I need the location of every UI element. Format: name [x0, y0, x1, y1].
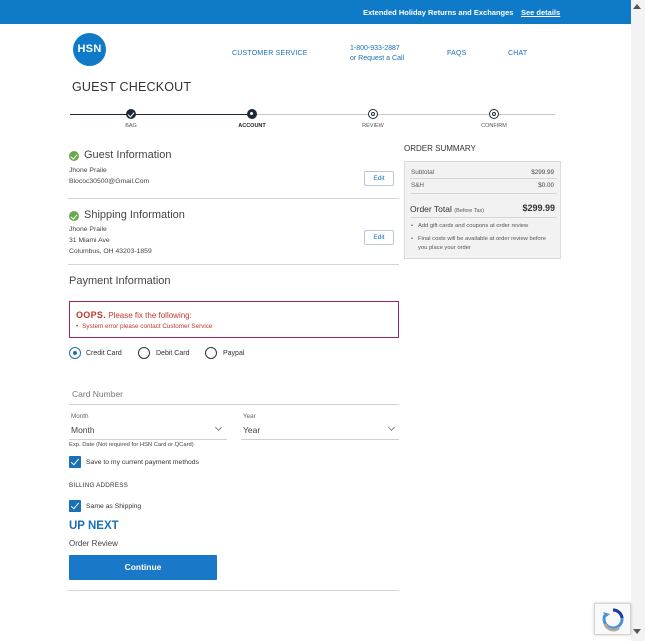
paypal-label[interactable]: Paypal	[223, 350, 244, 357]
sh-value: $0.00	[538, 182, 554, 189]
order-summary-box: Subtotal $299.99 S&H $0.00 Order Total (…	[404, 161, 561, 259]
phone-block: 1-800-933-2887 or Request a Call	[350, 44, 404, 64]
scroll-down-arrow-icon[interactable]	[633, 629, 641, 634]
customer-service-link[interactable]: CUSTOMER SERVICE	[232, 50, 308, 57]
banner-see-details-link[interactable]: See details	[521, 8, 560, 17]
guest-name: Jhone Praile	[69, 167, 107, 174]
year-select[interactable]: Year	[243, 425, 260, 435]
debit-card-label[interactable]: Debit Card	[156, 350, 189, 357]
error-item: System error please contact Customer Ser…	[76, 323, 212, 330]
summary-divider	[410, 217, 557, 218]
divider	[68, 198, 399, 199]
divider	[68, 264, 399, 265]
banner-text: Extended Holiday Returns and Exchanges	[363, 8, 514, 17]
continue-button[interactable]: Continue	[69, 555, 217, 580]
step-review-dot-icon	[368, 109, 378, 119]
month-label: Month	[71, 413, 89, 420]
shipping-info-check-icon	[69, 211, 79, 221]
scrollbar[interactable]	[631, 0, 645, 641]
paypal-radio[interactable]	[205, 347, 217, 359]
step-label-account: ACCOUNT	[238, 123, 266, 129]
same-as-shipping-checkbox[interactable]	[69, 500, 81, 512]
recaptcha-icon	[602, 608, 624, 632]
chat-link[interactable]: CHAT	[508, 50, 527, 57]
divider	[68, 590, 399, 591]
year-chevron-down-icon[interactable]	[387, 423, 396, 432]
save-payment-label[interactable]: Save to my current payment methods	[86, 459, 199, 466]
step-label-review: REVIEW	[362, 123, 384, 129]
summary-note: Add gift cards and coupons at order revi…	[411, 222, 553, 231]
promo-banner: Extended Holiday Returns and Exchanges S…	[0, 0, 631, 24]
order-total-label: Order Total (Before Tax)	[410, 204, 485, 214]
phone-number-link[interactable]: 1-800-933-2887	[350, 44, 404, 54]
exp-date-note: Exp. Date (Not required for HSN Card or …	[69, 442, 194, 448]
up-next-subtitle: Order Review	[69, 539, 118, 548]
card-number-input[interactable]: Card Number	[72, 389, 123, 399]
edit-shipping-info-button[interactable]: Edit	[364, 230, 394, 245]
step-label-bag[interactable]: BAG	[101, 123, 161, 129]
hsn-logo[interactable]: HSN	[73, 33, 106, 66]
credit-card-label[interactable]: Credit Card	[86, 350, 122, 357]
debit-card-radio[interactable]	[138, 347, 150, 359]
request-call-link[interactable]: or Request a Call	[350, 54, 404, 64]
summary-divider	[410, 178, 557, 179]
summary-note: Final costs will be available at order r…	[411, 235, 553, 252]
recaptcha-badge[interactable]	[594, 603, 631, 635]
year-label: Year	[243, 413, 256, 420]
guest-email: Blococ30500@Gmail.Com	[69, 178, 150, 185]
shipping-name: Jhone Praile	[69, 226, 107, 233]
billing-address-heading: BILLING ADDRESS	[69, 482, 128, 489]
guest-info-check-icon	[69, 151, 79, 161]
year-underline	[241, 439, 399, 440]
credit-card-radio[interactable]	[69, 347, 81, 359]
up-next-title: UP NEXT	[69, 520, 119, 532]
step-account-dot-icon	[247, 109, 257, 119]
guest-info-title: Guest Information	[84, 149, 172, 161]
step-label-confirm: CONFIRM	[481, 123, 507, 129]
payment-info-title: Payment Information	[69, 275, 171, 287]
same-as-shipping-label[interactable]: Same as Shipping	[86, 503, 141, 510]
edit-guest-info-button[interactable]: Edit	[364, 171, 394, 186]
step-confirm-dot-icon	[489, 109, 499, 119]
shipping-address-line1: 31 Miami Ave	[69, 237, 110, 244]
month-chevron-down-icon[interactable]	[214, 423, 223, 432]
summary-divider	[410, 193, 557, 194]
shipping-address-line2: Columbus, OH 43203-1859	[69, 248, 152, 255]
page-title: GUEST CHECKOUT	[72, 80, 192, 94]
order-total-value: $299.99	[522, 203, 555, 213]
card-number-underline	[69, 404, 399, 405]
faqs-link[interactable]: FAQS	[447, 50, 466, 57]
scroll-up-arrow-icon[interactable]	[633, 4, 641, 9]
sh-label: S&H	[411, 182, 424, 189]
step-bag-check-icon	[126, 109, 136, 119]
order-summary-title: ORDER SUMMARY	[404, 144, 476, 153]
error-title: OOPS. Please fix the following:	[76, 310, 192, 320]
progress-line-remaining	[251, 114, 555, 115]
month-select[interactable]: Month	[71, 425, 95, 435]
subtotal-label: Subtotal	[411, 169, 435, 176]
month-underline	[69, 439, 227, 440]
shipping-info-title: Shipping Information	[84, 209, 185, 221]
save-payment-checkbox[interactable]	[69, 456, 81, 468]
progress-line-complete	[70, 114, 251, 115]
subtotal-value: $299.99	[531, 169, 554, 176]
error-message-box: OOPS. Please fix the following: System e…	[69, 301, 399, 338]
